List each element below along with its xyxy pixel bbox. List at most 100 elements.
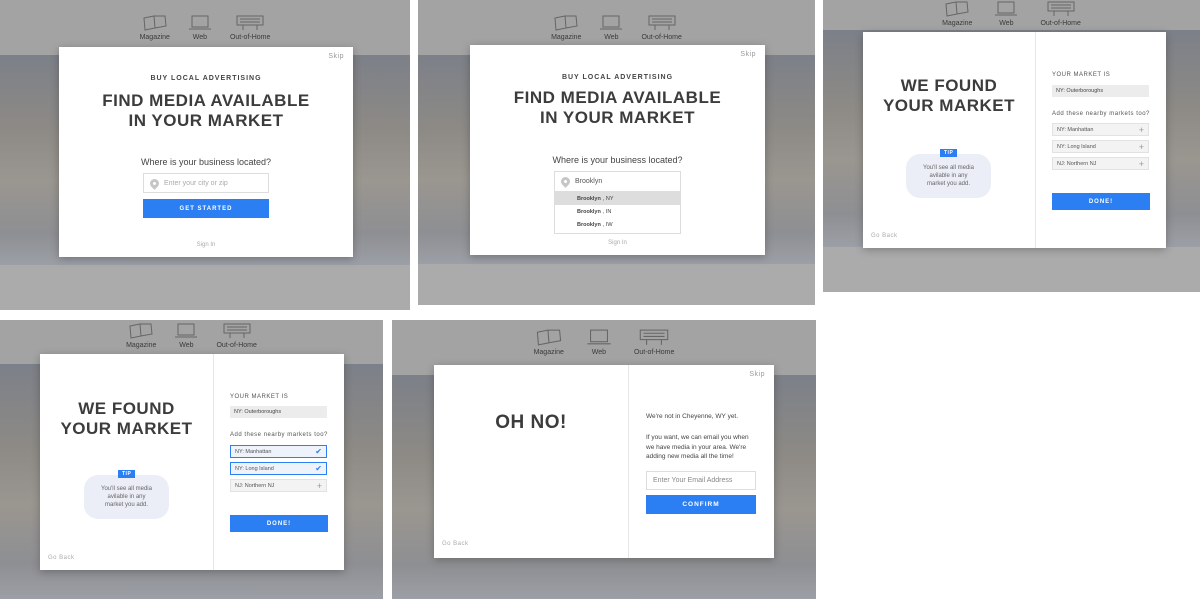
nav-out-of-home-label: Out-of-Home (633, 349, 675, 356)
screen-get-started: Magazine Web Out-of-Home Skip BUY LOCAL … (0, 0, 410, 310)
nav-out-of-home[interactable]: Out-of-Home (641, 14, 682, 41)
confirm-button[interactable]: CONFIRM (646, 495, 756, 514)
nearby-market-row[interactable]: NJ: Northern NJ + (1052, 157, 1149, 170)
checkmark-icon[interactable]: ✔ (315, 446, 322, 457)
nav-web[interactable]: Web (174, 322, 198, 349)
market-modal: WE FOUND YOUR MARKET You'll see all medi… (863, 32, 1166, 248)
nearby-market-row-selected[interactable]: NY: Manhattan ✔ (230, 445, 327, 458)
suggestion-item[interactable]: Brooklyn, IN (555, 205, 680, 218)
location-input-value: Brooklyn (575, 178, 603, 185)
nav-magazine-label: Magazine (551, 34, 582, 41)
screen-markets-selected: Magazine Web Out-of-Home WE FOUND YOUR M… (0, 320, 383, 599)
sign-in-link[interactable]: Sign In (470, 240, 765, 246)
not-available-message: We're not in Cheyenne, WY yet. (646, 413, 739, 420)
oh-no-headline: OH NO! (495, 412, 567, 433)
tip-text-line1: You'll see all media (101, 486, 152, 492)
skip-link[interactable]: Skip (740, 51, 756, 58)
nav-web[interactable]: Web (599, 14, 623, 41)
location-input[interactable]: Brooklyn (554, 171, 681, 192)
nearby-markets-label: Add these nearby markets too? (230, 432, 328, 438)
laptop-icon (175, 323, 198, 338)
location-input[interactable]: Enter your city or zip (143, 173, 269, 193)
nearby-market-name: NJ: Northern NJ (1057, 160, 1097, 167)
suggestion-item[interactable]: Brooklyn, NY (555, 192, 680, 205)
nav-magazine[interactable]: Magazine (140, 14, 170, 41)
nav-web[interactable]: Web (188, 14, 212, 41)
magazine-icon (554, 15, 578, 31)
nav-magazine[interactable]: Magazine (126, 322, 156, 349)
suggestion-item[interactable]: Brooklyn, IW (555, 218, 680, 231)
screen-market-found: Magazine Web Out-of-Home WE FOUND YOUR M… (823, 0, 1200, 292)
checkmark-icon[interactable]: ✔ (315, 463, 322, 474)
billboard-icon (236, 15, 264, 30)
suggestion-city: Brooklyn (577, 195, 601, 202)
laptop-icon (587, 329, 611, 345)
plus-icon[interactable]: + (317, 480, 322, 491)
email-offer-line1: If you want, we can email you when (646, 434, 749, 441)
nearby-market-row[interactable]: NY: Manhattan + (1052, 123, 1149, 136)
nearby-market-row[interactable]: NY: Long Island + (1052, 140, 1149, 153)
nav-web-label: Web (999, 20, 1014, 27)
nearby-market-row-selected[interactable]: NY: Long Island ✔ (230, 462, 327, 475)
nav-out-of-home[interactable]: Out-of-Home (216, 322, 257, 349)
tip-text-line1: You'll see all media (923, 165, 974, 171)
nav-out-of-home-label: Out-of-Home (641, 34, 682, 41)
go-back-link[interactable]: Go Back (442, 541, 469, 547)
headline-line1: WE FOUND (900, 76, 998, 95)
plus-icon[interactable]: + (1139, 158, 1144, 169)
plus-icon[interactable]: + (1139, 124, 1144, 135)
nearby-market-row[interactable]: NJ: Northern NJ + (230, 479, 327, 492)
done-button[interactable]: DONE! (230, 515, 328, 532)
done-button[interactable]: DONE! (1052, 193, 1150, 210)
tip-text-line3: market you add. (926, 181, 971, 187)
nav-out-of-home[interactable]: Out-of-Home (230, 14, 270, 41)
magazine-icon (536, 329, 561, 346)
plus-icon[interactable]: + (1139, 141, 1144, 152)
skip-link[interactable]: Skip (749, 371, 765, 378)
nav-out-of-home[interactable]: Out-of-Home (634, 328, 674, 356)
your-market-text: NY: Outerboroughs (1056, 88, 1104, 94)
page-bottom-shade (823, 247, 1200, 292)
your-market-value: NY: Outerboroughs (230, 406, 327, 418)
nav-magazine[interactable]: Magazine (551, 14, 581, 41)
page-bottom-shade (0, 265, 410, 310)
nearby-market-name: NY: Long Island (1057, 143, 1096, 150)
nav-magazine[interactable]: Magazine (942, 0, 972, 27)
nav-web[interactable]: Web (994, 0, 1018, 27)
nearby-market-name: NY: Long Island (235, 465, 274, 472)
magazine-icon (129, 323, 153, 339)
email-offer-line2: we have media in your area. We're (646, 443, 747, 451)
tip-badge: TIP (940, 149, 958, 157)
your-market-value: NY: Outerboroughs (1052, 85, 1149, 97)
headline-line1: WE FOUND (78, 399, 175, 418)
nearby-market-name: NY: Manhattan (1057, 126, 1094, 133)
nav-web-label: Web (192, 34, 208, 41)
skip-link[interactable]: Skip (328, 53, 344, 60)
go-back-link[interactable]: Go Back (48, 555, 75, 561)
nav-web[interactable]: Web (586, 328, 612, 356)
go-back-link[interactable]: Go Back (871, 233, 898, 239)
nav-magazine[interactable]: Magazine (534, 328, 564, 356)
your-market-label: YOUR MARKET IS (1052, 72, 1111, 78)
location-input-placeholder: Enter your city or zip (164, 179, 228, 187)
location-question: Where is your business located? (140, 157, 272, 167)
nav-magazine-label: Magazine (942, 20, 973, 27)
email-field[interactable]: Enter Your Email Address (646, 471, 756, 490)
sign-in-link[interactable]: Sign In (59, 242, 353, 248)
screen-location-autocomplete: Magazine Web Out-of-Home Skip BUY LOCAL … (418, 0, 815, 305)
nav-out-of-home-label: Out-of-Home (229, 34, 271, 41)
suggestion-state: , IW (602, 221, 613, 228)
billboard-icon (223, 323, 251, 338)
get-started-button[interactable]: GET STARTED (143, 199, 269, 218)
tip-bubble: You'll see all media avilable in any mar… (84, 475, 169, 519)
nav-out-of-home[interactable]: Out-of-Home (1040, 0, 1081, 27)
nearby-markets-label: Add these nearby markets too? (1052, 111, 1150, 117)
market-modal: WE FOUND YOUR MARKET You'll see all medi… (40, 354, 344, 570)
suggestion-city: Brooklyn (577, 208, 601, 215)
suggestion-city: Brooklyn (577, 221, 601, 228)
nav-magazine-label: Magazine (126, 342, 157, 349)
nearby-market-name: NY: Manhattan (235, 448, 272, 455)
your-market-text: NY: Outerboroughs (234, 409, 282, 415)
nav-web-label: Web (179, 342, 194, 349)
laptop-icon (188, 15, 211, 30)
